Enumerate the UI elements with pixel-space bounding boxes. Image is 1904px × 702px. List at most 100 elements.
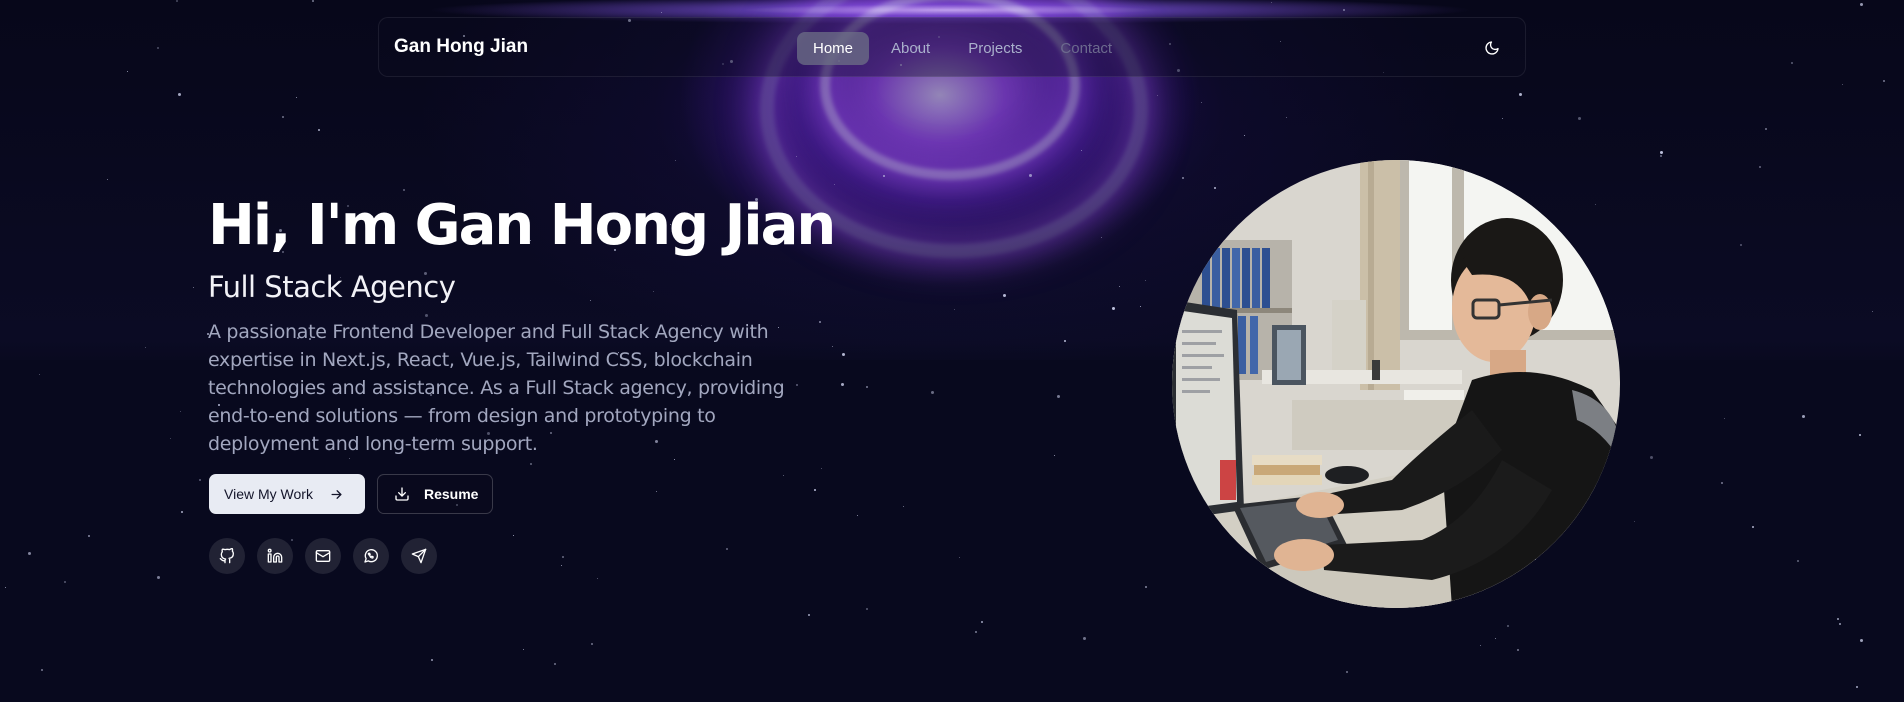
- hero-description: A passionate Frontend Developer and Full…: [208, 321, 785, 455]
- star: [562, 556, 564, 558]
- star: [282, 116, 284, 118]
- star: [5, 587, 6, 588]
- star: [296, 97, 297, 98]
- star: [866, 608, 868, 610]
- star: [954, 309, 955, 310]
- star: [157, 47, 159, 49]
- portfolio-page: Gan Hong Jian Home About Projects Contac…: [0, 0, 1904, 702]
- arrow-right-icon: [331, 489, 342, 499]
- star: [1860, 3, 1863, 6]
- star: [107, 179, 108, 180]
- nav-link-home[interactable]: Home: [797, 32, 870, 65]
- star: [318, 129, 320, 131]
- star: [39, 374, 40, 375]
- nav-link-contact[interactable]: Contact: [1044, 32, 1128, 65]
- nav-link-about[interactable]: About: [875, 32, 946, 65]
- star: [193, 287, 194, 288]
- star: [1860, 639, 1863, 642]
- star: [1064, 340, 1066, 342]
- star: [903, 506, 904, 507]
- star: [1182, 177, 1184, 179]
- star: [1883, 80, 1885, 82]
- star: [1517, 649, 1519, 651]
- star: [1201, 102, 1202, 103]
- star: [842, 353, 845, 356]
- moon-icon: [1485, 41, 1499, 55]
- star: [674, 459, 675, 460]
- star: [513, 535, 514, 536]
- resume-label: Resume: [424, 486, 479, 502]
- star: [590, 300, 591, 301]
- star: [180, 411, 181, 412]
- star: [1101, 237, 1102, 238]
- social-links: [209, 538, 437, 574]
- star: [431, 659, 433, 661]
- star: [1856, 686, 1858, 688]
- star: [1244, 135, 1245, 136]
- download-icon: [395, 487, 409, 501]
- star: [1740, 244, 1742, 246]
- star: [975, 631, 977, 633]
- star: [1057, 395, 1060, 398]
- star: [597, 578, 598, 579]
- star: [554, 663, 556, 665]
- star: [403, 189, 405, 191]
- star: [1578, 117, 1581, 120]
- star: [1842, 84, 1843, 85]
- star: [530, 463, 532, 465]
- star: [199, 479, 201, 481]
- star: [819, 321, 821, 323]
- star: [1480, 645, 1481, 646]
- whatsapp-link[interactable]: [353, 538, 389, 574]
- whatsapp-icon: [364, 549, 378, 563]
- star: [1839, 623, 1841, 625]
- star: [1112, 307, 1115, 310]
- nav-links: Home About Projects Contact: [797, 32, 1128, 65]
- star: [1724, 418, 1725, 419]
- github-link[interactable]: [209, 538, 245, 574]
- brand-name[interactable]: Gan Hong Jian: [394, 36, 528, 58]
- star: [1507, 625, 1509, 627]
- star: [1157, 95, 1158, 96]
- linkedin-icon: [267, 548, 283, 563]
- linkedin-link[interactable]: [257, 538, 293, 574]
- star: [170, 438, 171, 439]
- star: [1145, 586, 1147, 588]
- star: [1502, 118, 1503, 119]
- star: [349, 458, 350, 459]
- star: [1802, 415, 1805, 418]
- star: [857, 515, 858, 516]
- star: [1752, 526, 1754, 528]
- star: [834, 184, 835, 185]
- star: [1837, 618, 1839, 620]
- star: [157, 576, 160, 579]
- star: [178, 93, 181, 96]
- star: [176, 0, 178, 2]
- star: [656, 491, 657, 492]
- view-my-work-button[interactable]: View My Work: [209, 474, 365, 514]
- star: [726, 548, 728, 550]
- theme-toggle-button[interactable]: [1477, 33, 1507, 63]
- hero-title: Hi, I'm Gan Hong Jian: [208, 193, 836, 258]
- star: [1054, 455, 1055, 456]
- star: [1119, 286, 1120, 287]
- star: [1495, 638, 1496, 639]
- star: [1650, 456, 1653, 459]
- telegram-link[interactable]: [401, 538, 437, 574]
- resume-button[interactable]: Resume: [377, 474, 493, 514]
- star: [1765, 128, 1767, 130]
- email-link[interactable]: [305, 538, 341, 574]
- star: [1791, 62, 1793, 64]
- star: [1519, 93, 1522, 96]
- star: [653, 291, 654, 292]
- star: [425, 314, 428, 317]
- star: [523, 649, 524, 650]
- star: [832, 346, 833, 347]
- navbar: Gan Hong Jian Home About Projects Contac…: [378, 17, 1526, 77]
- star: [591, 643, 593, 645]
- telegram-icon: [411, 548, 427, 564]
- profile-photo: [1172, 160, 1620, 608]
- star: [1797, 560, 1799, 562]
- nav-link-projects[interactable]: Projects: [952, 32, 1038, 65]
- star: [1271, 2, 1272, 3]
